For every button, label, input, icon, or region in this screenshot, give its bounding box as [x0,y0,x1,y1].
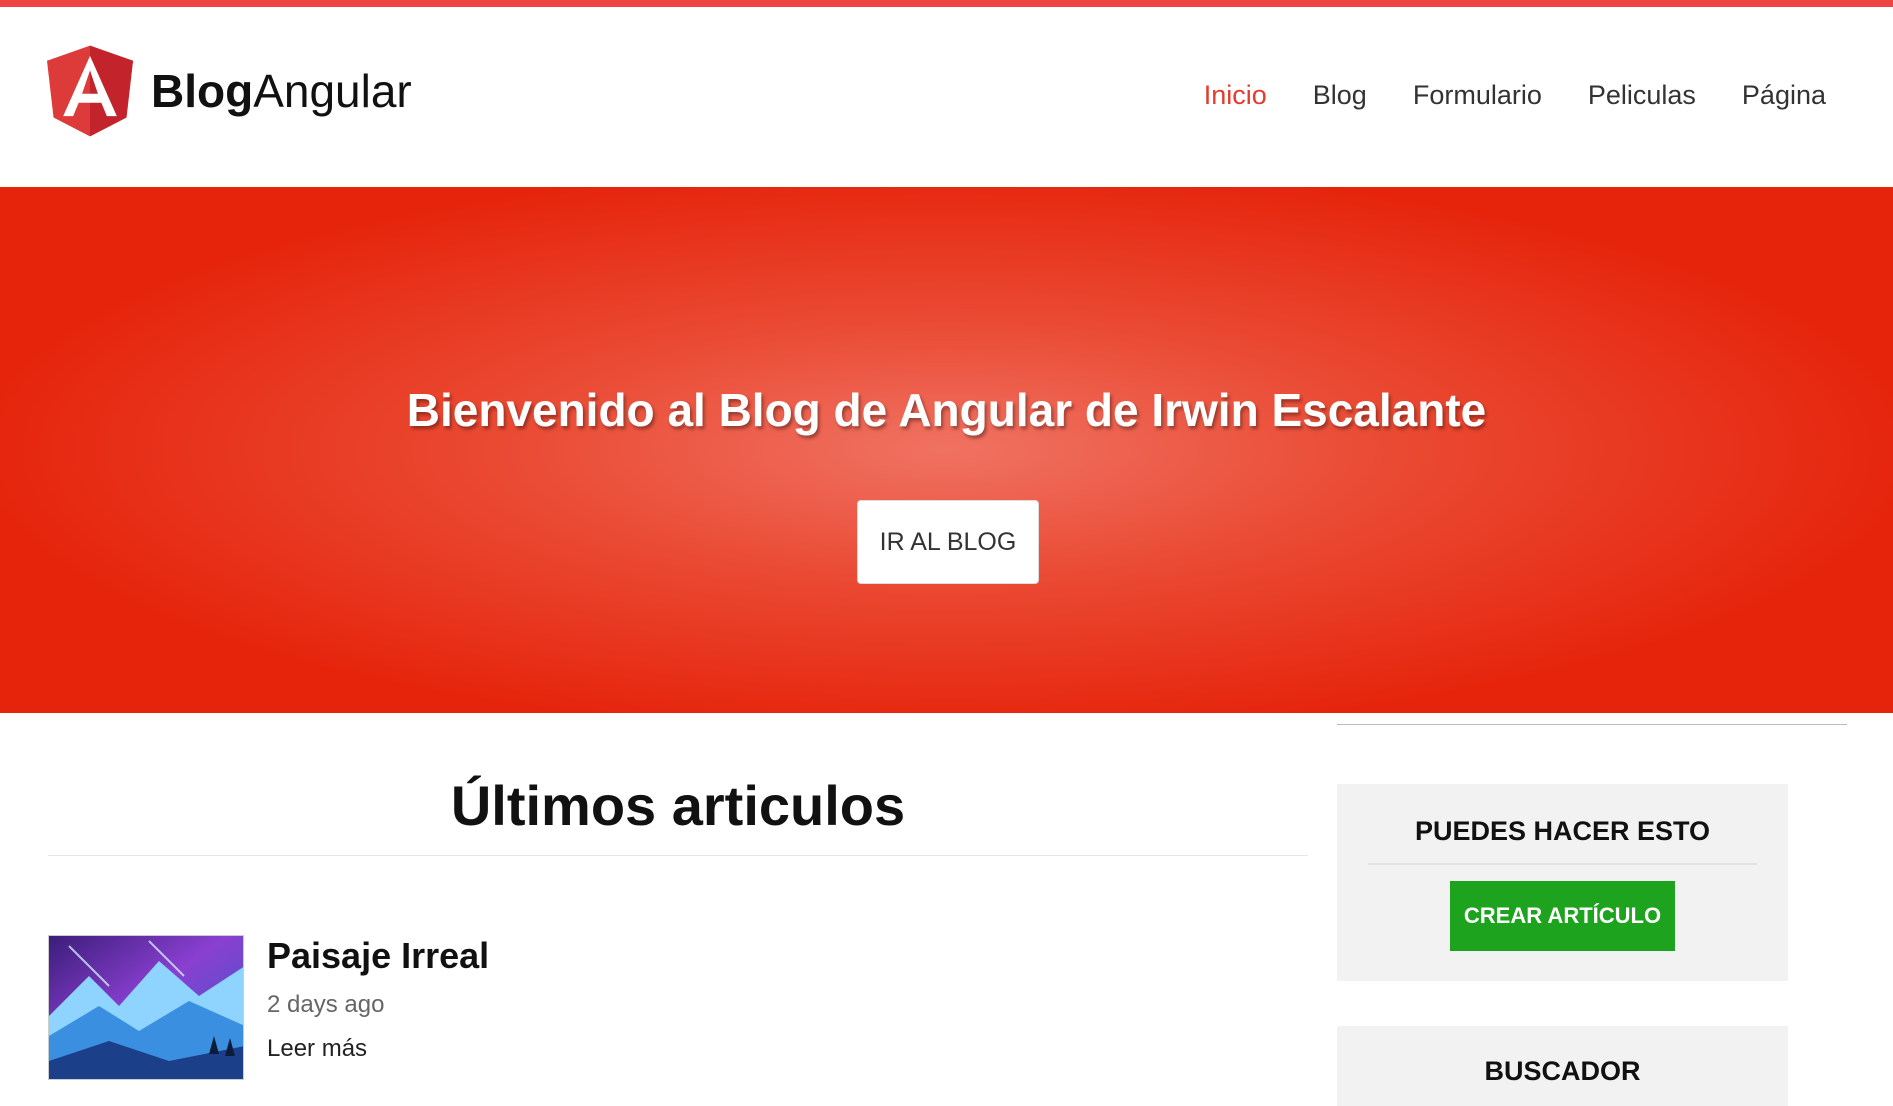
nav-item-peliculas[interactable]: Peliculas [1588,80,1696,111]
nav-item-pagina[interactable]: Página [1742,80,1826,111]
section-title: Últimos articulos [450,774,906,837]
brand-name-bold: Blog [151,65,254,117]
search-widget-title: BUSCADOR [1484,1056,1641,1086]
landscape-thumbnail [49,936,243,1079]
nav-item-formulario[interactable]: Formulario [1413,80,1542,111]
brand-logo[interactable]: BlogAngular [47,45,412,137]
hero-title: Bienvenido al Blog de Angular de Irwin E… [406,384,1487,436]
create-article-button[interactable]: CREAR ARTÍCULO [1450,881,1675,951]
site-header: BlogAngular Inicio Blog Formulario Pelic… [0,7,1893,187]
article-title[interactable]: Paisaje Irreal [267,935,489,977]
article-item: Paisaje Irreal 2 days ago Leer más [48,935,748,1080]
read-more-link[interactable]: Leer más [267,1035,367,1063]
top-accent-strip [0,0,1893,7]
nav-item-inicio[interactable]: Inicio [1204,80,1267,111]
article-thumbnail[interactable] [48,935,244,1080]
actions-widget-title: PUEDES HACER ESTO [1414,816,1711,846]
sidebar-divider [1337,724,1847,725]
section-divider [48,855,1308,856]
main-content: Últimos articulos Paisaje Irreal 2 days … [48,713,1308,1080]
search-widget: BUSCADOR [1337,1026,1788,1106]
hero-banner: Bienvenido al Blog de Angular de Irwin E… [0,187,1893,713]
article-date: 2 days ago [267,991,385,1018]
main-nav: Inicio Blog Formulario Peliculas Página [1204,80,1826,111]
go-to-blog-button[interactable]: IR AL BLOG [857,500,1039,584]
angular-shield-icon [47,45,133,137]
nav-item-blog[interactable]: Blog [1313,80,1367,111]
actions-widget: PUEDES HACER ESTO CREAR ARTÍCULO [1337,784,1788,981]
widget-divider [1368,863,1757,865]
brand-name-light: Angular [253,65,412,117]
brand-name: BlogAngular [151,68,412,114]
